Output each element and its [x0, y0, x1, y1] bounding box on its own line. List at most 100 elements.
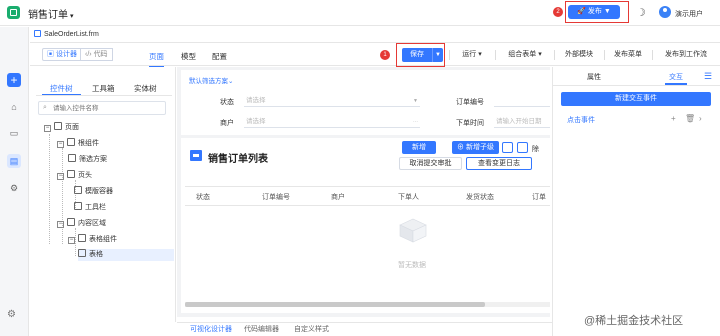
status-select[interactable]: 请选择 ▼: [244, 95, 420, 107]
cancel-submit-button[interactable]: 取消提交审批: [399, 157, 462, 170]
save-button[interactable]: 保存 ▼: [402, 48, 443, 62]
component-icon: [78, 234, 86, 242]
tab-visual-designer[interactable]: 可视化设计器: [190, 324, 232, 334]
avatar[interactable]: [659, 6, 671, 18]
dark-mode-toggle-icon[interactable]: ☽: [636, 6, 646, 19]
external-module-button[interactable]: 外部模块: [558, 48, 600, 62]
publish-menu-button[interactable]: 发布菜单: [608, 48, 648, 62]
new-button[interactable]: 新增: [402, 141, 436, 154]
container-icon: [67, 218, 75, 226]
list-title: 销售订单列表: [208, 154, 268, 165]
file-tab-bar: SaleOrderList.frm: [30, 27, 720, 43]
tree-node-root[interactable]: − 根组件: [57, 138, 99, 150]
merchant-label: 商户: [220, 120, 234, 127]
collapse-icon[interactable]: −: [68, 237, 75, 244]
code-icon: ‹/›: [85, 51, 94, 58]
control-search[interactable]: ⌕: [38, 101, 166, 115]
new-child-button[interactable]: ⊕ 新增子级: [452, 141, 499, 154]
chevron-right-icon[interactable]: ›: [699, 114, 702, 123]
collapse-icon[interactable]: −: [57, 221, 64, 228]
filter-scheme-dropdown[interactable]: 默认筛选方案⌄: [189, 75, 233, 85]
caret-down-icon[interactable]: ▼: [432, 48, 443, 62]
tree-node-table-component[interactable]: − 表格组件: [68, 234, 117, 246]
filter-icon: [68, 154, 76, 162]
column-header-orderer: 下单人: [398, 194, 419, 201]
plus-circle-icon: ⊕: [457, 144, 466, 151]
designer-toggle[interactable]: ▣ 设计器: [42, 48, 82, 61]
form-designer-icon[interactable]: ▤: [7, 154, 21, 168]
run-button[interactable]: 运行 ▾: [453, 48, 491, 62]
settings-file-icon[interactable]: ⚙: [7, 181, 21, 195]
delete-button[interactable]: 除: [532, 144, 539, 154]
tab-config[interactable]: 配置: [212, 51, 227, 62]
trash-icon[interactable]: 🗑: [685, 114, 695, 123]
tree-node-filter[interactable]: 筛选方案: [68, 154, 107, 166]
file-tab[interactable]: SaleOrderList.frm: [34, 30, 99, 38]
right-panel: [552, 67, 720, 336]
page-icon: [54, 122, 62, 130]
merchant-select[interactable]: 请选择 ⋯: [244, 116, 420, 128]
tree-node-template[interactable]: 模版容器: [74, 186, 113, 198]
new-interaction-event-button[interactable]: 新建交互事件: [561, 92, 711, 106]
rocket-icon: 🚀: [577, 8, 588, 15]
home-icon[interactable]: ⌂: [7, 100, 21, 114]
publish-button[interactable]: 🚀 发布 ▼: [568, 5, 620, 19]
chevron-down-icon: ▾: [70, 13, 74, 20]
gear-icon[interactable]: ⚙: [7, 309, 16, 320]
chevron-down-icon: ⌄: [228, 78, 234, 85]
callout-badge-save: 1: [380, 50, 390, 60]
add-icon[interactable]: +: [671, 114, 676, 123]
expand-icon: ⋯: [413, 119, 418, 125]
tab-page[interactable]: 页面: [149, 51, 164, 68]
combo-form-button[interactable]: 组合表单 ▾: [499, 48, 551, 62]
separator: [449, 50, 450, 60]
caret-down-icon: ▾: [478, 51, 482, 58]
tab-control-tree[interactable]: 控件树: [42, 83, 80, 96]
scrollbar-thumb[interactable]: [185, 302, 485, 307]
table-icon: [78, 249, 86, 257]
separator: [554, 50, 555, 60]
component-icon: [67, 138, 75, 146]
view-change-log-button[interactable]: 查看变更日志: [466, 157, 532, 170]
tree-node-header[interactable]: − 页头: [57, 170, 92, 182]
tab-model[interactable]: 模型: [181, 51, 196, 62]
order-time-input[interactable]: 请输入开始日期: [494, 116, 550, 128]
tab-custom-style[interactable]: 自定义样式: [294, 324, 329, 334]
edit-icon[interactable]: [517, 142, 528, 153]
collapse-icon[interactable]: −: [57, 173, 64, 180]
app-title-dropdown[interactable]: 销售订单 ▾: [28, 6, 74, 21]
collapse-icon[interactable]: −: [44, 125, 51, 132]
username[interactable]: 演示用户: [675, 9, 703, 19]
publish-workflow-button[interactable]: 发布到工作流: [656, 48, 716, 62]
search-input[interactable]: [53, 103, 163, 113]
column-header-merchant: 商户: [331, 194, 345, 201]
tab-toolbox[interactable]: 工具箱: [92, 83, 115, 94]
top-bar: 销售订单 ▾ 2 🚀 发布 ▼ ☽ 演示用户: [0, 0, 720, 26]
callout-badge-publish: 2: [553, 7, 563, 17]
tab-entity-tree[interactable]: 实体树: [134, 83, 157, 94]
column-header-order: 订单: [532, 194, 546, 201]
copy-icon[interactable]: [502, 142, 513, 153]
toolbar-divider: [30, 65, 552, 66]
caret-down-icon: ▼: [413, 98, 418, 104]
horizontal-scrollbar[interactable]: [185, 302, 550, 307]
monitor-icon[interactable]: ▭: [7, 126, 21, 140]
tab-interaction[interactable]: 交互: [665, 72, 687, 85]
order-no-input[interactable]: [494, 95, 550, 107]
separator: [495, 50, 496, 60]
order-no-label: 订单编号: [456, 99, 484, 106]
code-toggle[interactable]: ‹/› 代码: [80, 48, 113, 61]
tree-node-table[interactable]: 表格: [78, 249, 174, 261]
tab-code-editor[interactable]: 代码编辑器: [244, 324, 279, 334]
tree-node-content[interactable]: − 内容区域: [57, 218, 106, 230]
click-event-item[interactable]: 点击事件: [567, 115, 595, 125]
column-header-order-no: 订单编号: [262, 194, 290, 201]
column-header-ship-status: 发货状态: [466, 194, 494, 201]
collapse-icon[interactable]: −: [57, 141, 64, 148]
bottom-tab-bar: [177, 322, 552, 336]
tree-node-page[interactable]: − 页面: [44, 122, 79, 134]
add-icon[interactable]: +: [7, 73, 21, 87]
tab-properties[interactable]: 属性: [587, 72, 601, 82]
menu-icon[interactable]: ☰: [704, 71, 712, 82]
tree-node-toolbar[interactable]: 工具栏: [74, 202, 106, 214]
